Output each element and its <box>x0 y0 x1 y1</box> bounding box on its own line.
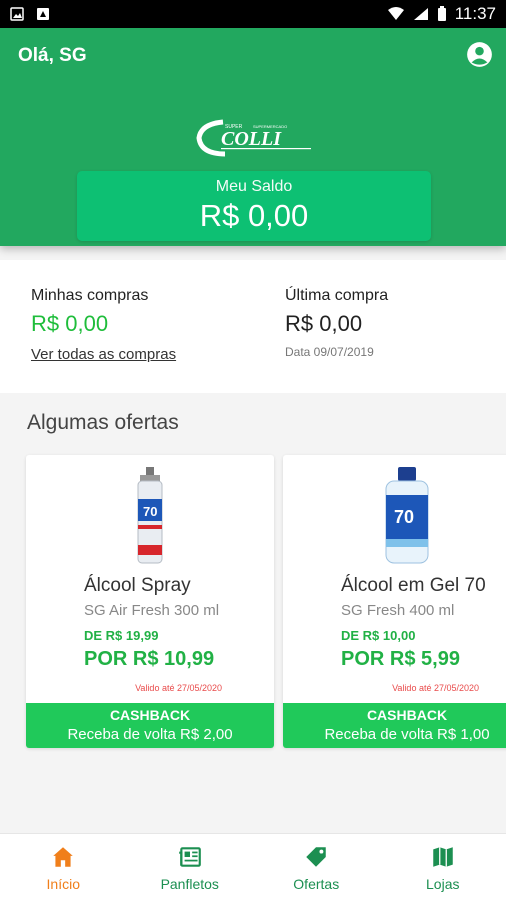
app-notification-icon <box>37 8 49 20</box>
last-purchase-label: Última compra <box>285 287 389 304</box>
offer-valid-until: Valido até 27/05/2020 <box>135 683 222 693</box>
svg-text:SUPER: SUPER <box>225 124 243 130</box>
offer-name: Álcool em Gel 70 <box>341 575 486 596</box>
svg-text:70: 70 <box>143 504 157 519</box>
see-all-purchases-link[interactable]: Ver todas as compras <box>31 346 176 363</box>
cashback-text: Receba de volta R$ 1,00 <box>324 726 490 743</box>
svg-text:70: 70 <box>394 507 414 527</box>
cashback-title: CASHBACK <box>366 707 448 723</box>
greeting: Olá, SG <box>18 45 87 66</box>
last-purchase-date: Data 09/07/2019 <box>285 345 374 359</box>
newspaper-icon <box>178 847 201 867</box>
nav-item-inicio[interactable]: Início <box>0 834 127 900</box>
gel-bottle-image: 70 <box>385 467 429 564</box>
map-icon <box>433 847 453 867</box>
offer-card[interactable]: 70 Álcool em Gel 70 SG Fresh 400 ml DE R… <box>283 455 506 748</box>
cashback-text: Receba de volta R$ 2,00 <box>67 726 233 743</box>
clock: 11:37 <box>454 4 496 23</box>
tag-icon <box>306 847 326 867</box>
last-purchase: Última compra R$ 0,00 Data 09/07/2019 <box>285 287 388 359</box>
offer-old-price: DE R$ 19,99 <box>84 628 159 643</box>
balance-value: R$ 0,00 <box>199 198 309 233</box>
offer-card[interactable]: 70 Álcool Spray SG Air Fresh 300 ml DE R… <box>26 455 274 748</box>
colli-logo: COLLI SUPER SUPERMERCADO <box>196 119 311 157</box>
balance-label: Meu Saldo <box>215 178 293 195</box>
offer-description: SG Fresh 400 ml <box>341 602 455 619</box>
home-icon <box>53 847 73 867</box>
offer-description: SG Air Fresh 300 ml <box>84 602 220 619</box>
nav-label: Início <box>46 876 80 892</box>
bottom-navigation: Início Panfletos Ofertas Lojas <box>0 833 506 900</box>
purchases-panel: Minhas compras R$ 0,00 Ver todas as comp… <box>0 260 506 393</box>
account-icon[interactable] <box>466 41 493 68</box>
nav-label: Ofertas <box>293 876 340 892</box>
offer-new-price: POR R$ 10,99 <box>84 648 215 670</box>
nav-item-ofertas[interactable]: Ofertas <box>253 834 380 900</box>
svg-text:COLLI: COLLI <box>221 128 282 150</box>
offers-title: Algumas ofertas <box>27 411 179 434</box>
my-purchases-label: Minhas compras <box>31 287 149 304</box>
balance-card[interactable]: Meu Saldo R$ 0,00 <box>77 171 431 241</box>
svg-text:SUPERMERCADO: SUPERMERCADO <box>253 124 287 129</box>
battery-icon <box>437 6 446 21</box>
offer-new-price: POR R$ 5,99 <box>341 648 460 670</box>
cashback-title: CASHBACK <box>109 707 191 723</box>
cashback-banner: CASHBACK Receba de volta R$ 1,00 <box>283 703 506 748</box>
offer-name: Álcool Spray <box>84 575 191 596</box>
last-purchase-value: R$ 0,00 <box>285 311 363 336</box>
offer-old-price: DE R$ 10,00 <box>341 628 416 643</box>
wifi-icon <box>387 7 404 20</box>
offer-valid-until: Valido até 27/05/2020 <box>392 683 479 693</box>
image-notification-icon <box>10 7 24 21</box>
spray-can-image: 70 <box>137 467 163 564</box>
nav-item-panfletos[interactable]: Panfletos <box>127 834 254 900</box>
product-image: 70 <box>283 465 506 575</box>
nav-label: Panfletos <box>160 876 219 892</box>
cashback-banner: CASHBACK Receba de volta R$ 2,00 <box>26 703 274 748</box>
status-bar: 11:37 <box>0 0 506 28</box>
nav-item-lojas[interactable]: Lojas <box>380 834 506 900</box>
my-purchases-value: R$ 0,00 <box>31 311 109 336</box>
product-image: 70 <box>26 465 274 575</box>
my-purchases: Minhas compras R$ 0,00 Ver todas as comp… <box>31 287 176 363</box>
signal-icon <box>413 8 428 20</box>
header: Olá, SG COLLI SUPER SUPERMERCADO Meu Sal… <box>0 28 506 246</box>
nav-label: Lojas <box>426 876 460 892</box>
